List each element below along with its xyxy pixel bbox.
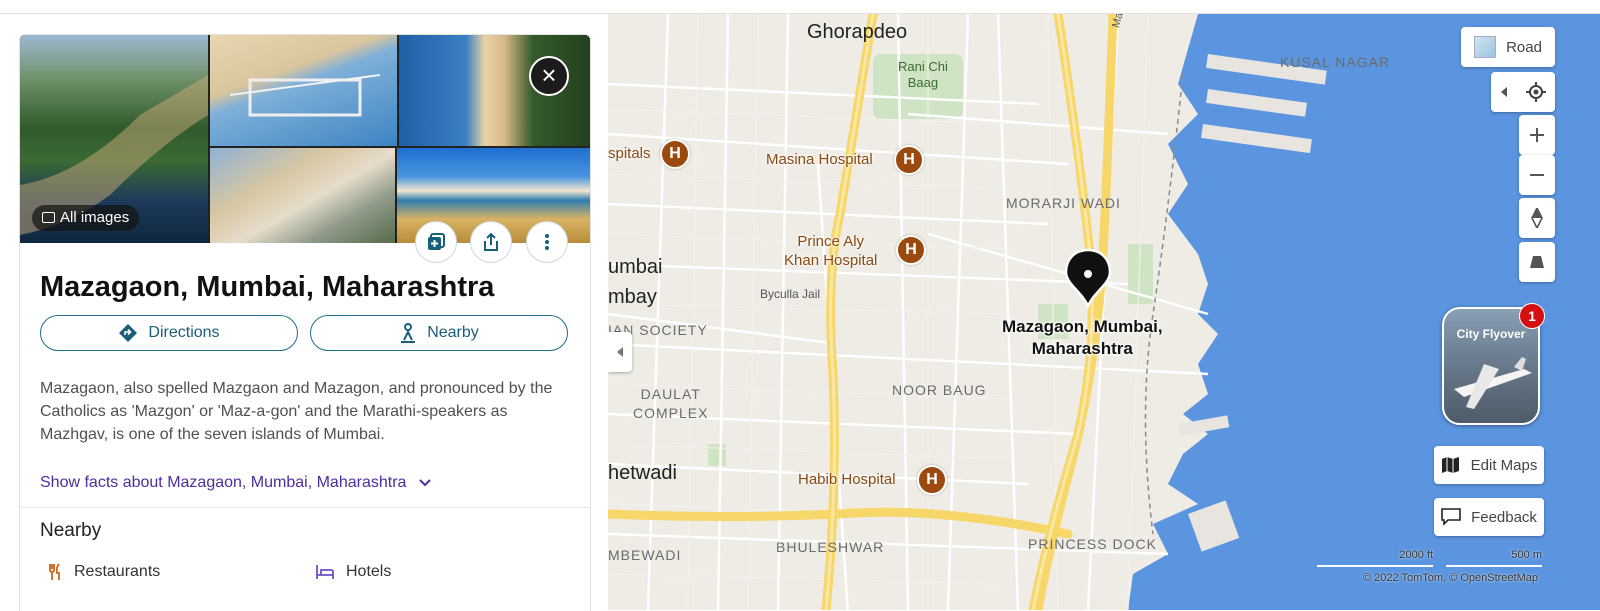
pin-label-line: Maharashtra: [1031, 339, 1133, 358]
more-options-button[interactable]: [526, 221, 568, 263]
all-images-button[interactable]: All images: [32, 205, 140, 231]
scale-bar-feet: 2000 ft: [1317, 549, 1433, 567]
map-style-label: Road: [1506, 38, 1542, 56]
image-gallery[interactable]: All images ×: [20, 35, 590, 243]
tilt-button[interactable]: [1519, 242, 1555, 282]
map-label-byculla-jail: Byculla Jail: [760, 287, 821, 301]
pin-label-line: Mazagaon, Mumbai,: [1002, 317, 1163, 336]
nearby-heading: Nearby: [40, 520, 102, 541]
map-style-button[interactable]: Road: [1461, 27, 1555, 67]
minus-icon: [1530, 174, 1544, 176]
map-label-line: COMPLEX: [633, 405, 709, 421]
place-description: Mazagaon, also spelled Mazgaon and Mazag…: [40, 380, 553, 443]
map-label-prince-aly-khan: Prince Aly Khan Hospital: [784, 232, 877, 270]
nearby-item-label: Hotels: [346, 563, 392, 580]
zoom-out-button[interactable]: [1519, 155, 1555, 195]
directions-button[interactable]: Directions: [40, 315, 298, 351]
map-label-noor-baug: NOOR BAUG: [892, 382, 987, 398]
map-label-ghorapdeo: Ghorapdeo: [807, 21, 908, 43]
feedback-label: Feedback: [1471, 508, 1537, 526]
save-button[interactable]: [415, 221, 457, 263]
close-button[interactable]: ×: [529, 56, 569, 96]
nearby-item-label: Restaurants: [74, 563, 161, 580]
map-label-masina-hospital: Masina Hospital: [766, 151, 873, 168]
map-label-line: Rani Chi: [898, 59, 948, 74]
more-vertical-icon: [545, 234, 549, 250]
hospital-icon[interactable]: H: [896, 235, 926, 265]
hospital-icon[interactable]: H: [917, 465, 947, 495]
bed-icon: [316, 565, 334, 579]
nearby-button[interactable]: Nearby: [310, 315, 568, 351]
gallery-image-4[interactable]: [210, 148, 395, 243]
map-label-hospitals: spitals: [608, 145, 651, 162]
nearby-label: Nearby: [427, 324, 479, 341]
map-label-rani-chi-baag: Rani Chi Baag: [898, 59, 948, 91]
map-label-habib-hospital: Habib Hospital: [798, 471, 896, 488]
feedback-icon: [1441, 508, 1461, 526]
all-images-label: All images: [60, 209, 130, 226]
nearby-item-hotels[interactable]: Hotels: [316, 563, 391, 581]
chevron-left-icon: [617, 347, 623, 357]
scale-meters-label: 500 m: [1511, 549, 1542, 561]
show-facts-label: Show facts about Mazagaon, Mumbai, Mahar…: [40, 474, 407, 491]
compass-icon: [1531, 208, 1543, 228]
tilt-icon: [1530, 256, 1544, 268]
share-icon: [484, 232, 498, 251]
collapse-panel-button[interactable]: [608, 332, 632, 372]
gallery-image-2[interactable]: [210, 35, 397, 146]
pin-label: Mazagaon, Mumbai, Maharashtra: [1002, 316, 1163, 360]
map-label-mbay: mbay: [608, 286, 657, 308]
place-title: Mazagaon, Mumbai, Maharashtra: [40, 271, 495, 303]
map-label-mbewadi: MBEWADI: [608, 547, 682, 563]
map-label-bhuleshwar: BHULESHWAR: [776, 539, 885, 555]
scale-bar-meters: 500 m: [1446, 549, 1542, 567]
chevron-left-icon: [1501, 87, 1507, 97]
close-icon: ×: [541, 60, 557, 90]
place-panel: All images × Mazagaon, Mumbai, Maharasht…: [19, 34, 591, 611]
flyover-badge: 1: [1519, 303, 1545, 329]
map-copyright: © 2022 TomTom, © OpenStreetMap: [1363, 572, 1538, 584]
directions-label: Directions: [148, 324, 220, 341]
location-pin-icon[interactable]: [1062, 248, 1114, 310]
chevron-down-icon: [419, 479, 431, 487]
map-label-line: Baag: [907, 75, 939, 90]
feedback-button[interactable]: Feedback: [1434, 498, 1544, 536]
person-location-icon: [401, 323, 416, 343]
map-icon: [1441, 457, 1459, 473]
edit-maps-button[interactable]: Edit Maps: [1434, 446, 1544, 484]
share-button[interactable]: [470, 221, 512, 263]
map-canvas[interactable]: Ghorapdeo Rani Chi Baag KUSAL NAGAR Mahu…: [608, 14, 1600, 610]
locate-me-icon: [1526, 82, 1546, 102]
map-label-princess-dock: PRINCESS DOCK: [1028, 536, 1157, 552]
compass-button[interactable]: [1519, 198, 1555, 238]
map-label-morarji-wadi: MORARJI WADI: [1006, 195, 1121, 211]
map-label-daulat-complex: DAULAT COMPLEX: [633, 385, 708, 423]
map-label-hetwadi: hetwadi: [608, 462, 677, 484]
map-label-line: Prince Aly: [797, 233, 865, 250]
show-facts-link[interactable]: Show facts about Mazagaon, Mumbai, Mahar…: [40, 474, 431, 492]
section-divider: [20, 507, 590, 508]
map-label-line: Khan Hospital: [784, 252, 878, 269]
hospital-icon[interactable]: H: [894, 145, 924, 175]
road-map-icon: [1474, 36, 1497, 58]
directions-icon: [119, 324, 138, 342]
scale-feet-label: 2000 ft: [1399, 549, 1433, 561]
map-label-umbai: umbai: [608, 256, 663, 278]
nearby-item-restaurants[interactable]: Restaurants: [48, 563, 160, 581]
map-label-line: DAULAT: [640, 386, 701, 402]
locate-expand-button[interactable]: [1491, 72, 1555, 112]
image-icon: [42, 212, 55, 223]
map-label-kusal-nagar: KUSAL NAGAR: [1280, 54, 1391, 70]
zoom-in-button[interactable]: [1519, 115, 1555, 155]
hospital-icon[interactable]: H: [660, 139, 690, 169]
fork-knife-icon: [49, 563, 60, 580]
collection-add-icon: [428, 233, 445, 250]
edit-maps-label: Edit Maps: [1470, 456, 1538, 474]
plus-icon: [1530, 128, 1544, 142]
